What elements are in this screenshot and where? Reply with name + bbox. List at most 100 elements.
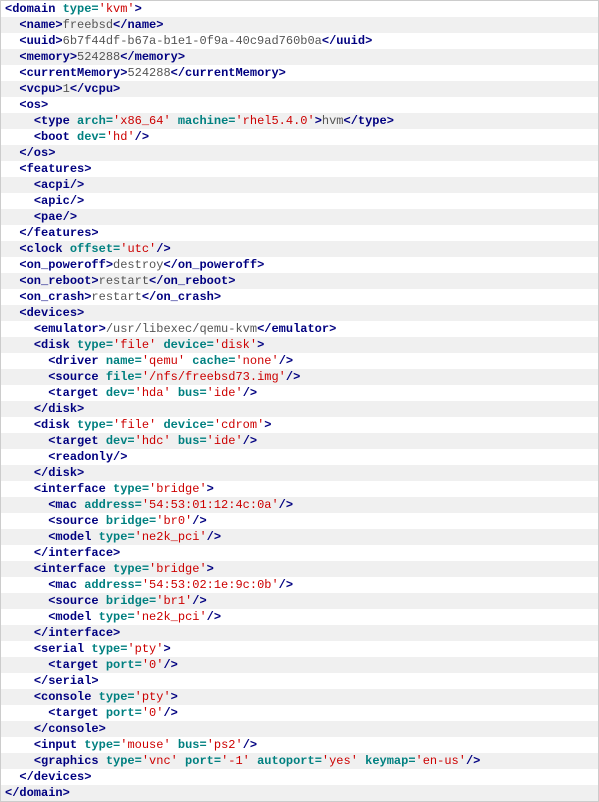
token-tag: <target — [48, 434, 106, 448]
code-line: <mac address='54:53:01:12:4c:0a'/> — [1, 497, 598, 513]
token-tag: </disk> — [34, 402, 84, 416]
token-tag: <os> — [19, 98, 48, 112]
token-txt: 524288 — [77, 50, 120, 64]
token-tag: </type> — [344, 114, 394, 128]
token-attr: address= — [84, 578, 142, 592]
token-tag: /> — [286, 370, 300, 384]
code-line: <serial type='pty'> — [1, 641, 598, 657]
token-attr: name= — [106, 354, 142, 368]
token-attr: type= — [113, 562, 149, 576]
code-line: <pae/> — [1, 209, 598, 225]
token-tag: > — [171, 690, 178, 704]
token-val: 'hdc' — [135, 434, 171, 448]
token-tag: > — [135, 2, 142, 16]
token-val: 'bridge' — [149, 562, 207, 576]
token-val: 'cdrom' — [214, 418, 264, 432]
token-tag: /> — [243, 738, 257, 752]
token-val: 'en-us' — [416, 754, 466, 768]
token-tag: <interface — [34, 482, 113, 496]
code-line: <vcpu>1</vcpu> — [1, 81, 598, 97]
code-line: <model type='ne2k_pci'/> — [1, 609, 598, 625]
code-line: <clock offset='utc'/> — [1, 241, 598, 257]
token-tag: <emulator> — [34, 322, 106, 336]
token-attr: machine= — [171, 114, 236, 128]
token-txt: freebsd — [63, 18, 113, 32]
token-tag: /> — [135, 130, 149, 144]
token-tag: <driver — [48, 354, 106, 368]
token-val: 'ide' — [207, 386, 243, 400]
token-tag: <serial — [34, 642, 92, 656]
token-tag: <input — [34, 738, 84, 752]
token-attr: device= — [156, 418, 214, 432]
token-txt: restart — [99, 274, 149, 288]
token-tag: <graphics — [34, 754, 106, 768]
token-tag: </name> — [113, 18, 163, 32]
token-tag: /> — [163, 706, 177, 720]
token-val: 'hd' — [106, 130, 135, 144]
code-line: </os> — [1, 145, 598, 161]
code-line: <emulator>/usr/libexec/qemu-kvm</emulato… — [1, 321, 598, 337]
code-line: <driver name='qemu' cache='none'/> — [1, 353, 598, 369]
token-attr: type= — [84, 738, 120, 752]
code-line: <type arch='x86_64' machine='rhel5.4.0'>… — [1, 113, 598, 129]
token-attr: port= — [106, 658, 142, 672]
token-tag: /> — [466, 754, 480, 768]
token-tag: </serial> — [34, 674, 99, 688]
token-attr: address= — [84, 498, 142, 512]
token-tag: /> — [279, 354, 293, 368]
token-attr: type= — [99, 530, 135, 544]
code-line: <features> — [1, 161, 598, 177]
token-tag: <source — [48, 370, 106, 384]
token-attr: port= — [178, 754, 221, 768]
token-attr: type= — [91, 642, 127, 656]
token-val: 'rhel5.4.0' — [235, 114, 314, 128]
token-attr: bridge= — [106, 594, 156, 608]
token-tag: > — [264, 418, 271, 432]
token-tag: <features> — [19, 162, 91, 176]
code-line: </interface> — [1, 545, 598, 561]
code-line: </features> — [1, 225, 598, 241]
token-txt: restart — [91, 290, 141, 304]
token-tag: <target — [48, 658, 106, 672]
token-tag: <memory> — [19, 50, 77, 64]
token-val: '54:53:01:12:4c:0a' — [142, 498, 279, 512]
code-line: </disk> — [1, 465, 598, 481]
code-line: <interface type='bridge'> — [1, 561, 598, 577]
token-tag: </domain> — [5, 786, 70, 800]
token-attr: arch= — [77, 114, 113, 128]
code-line: </console> — [1, 721, 598, 737]
token-tag: </on_crash> — [142, 290, 221, 304]
token-tag: </interface> — [34, 626, 120, 640]
token-tag: <boot — [34, 130, 77, 144]
token-attr: type= — [99, 610, 135, 624]
code-line: <source bridge='br1'/> — [1, 593, 598, 609]
token-txt: 6b7f44df-b67a-b1e1-0f9a-40c9ad760b0a — [63, 34, 322, 48]
token-tag: </devices> — [19, 770, 91, 784]
token-tag: <disk — [34, 418, 77, 432]
token-tag: </on_reboot> — [149, 274, 235, 288]
code-line: <os> — [1, 97, 598, 113]
token-tag: <on_crash> — [19, 290, 91, 304]
token-val: 'ne2k_pci' — [135, 610, 207, 624]
token-attr: bus= — [171, 434, 207, 448]
token-tag: </disk> — [34, 466, 84, 480]
token-tag: <interface — [34, 562, 113, 576]
token-tag: </os> — [19, 146, 55, 160]
token-attr: offset= — [70, 242, 120, 256]
token-val: 'mouse' — [120, 738, 170, 752]
token-txt: destroy — [113, 258, 163, 272]
code-line: <target port='0'/> — [1, 657, 598, 673]
token-attr: type= — [77, 418, 113, 432]
token-tag: <type — [34, 114, 77, 128]
code-line: </serial> — [1, 673, 598, 689]
token-tag: <acpi/> — [34, 178, 84, 192]
token-tag: </features> — [19, 226, 98, 240]
token-tag: </interface> — [34, 546, 120, 560]
token-tag: <devices> — [19, 306, 84, 320]
token-val: 'pty' — [135, 690, 171, 704]
token-tag: </uuid> — [322, 34, 372, 48]
token-attr: bus= — [171, 738, 207, 752]
token-tag: <domain — [5, 2, 63, 16]
token-val: 'none' — [235, 354, 278, 368]
token-tag: > — [257, 338, 264, 352]
